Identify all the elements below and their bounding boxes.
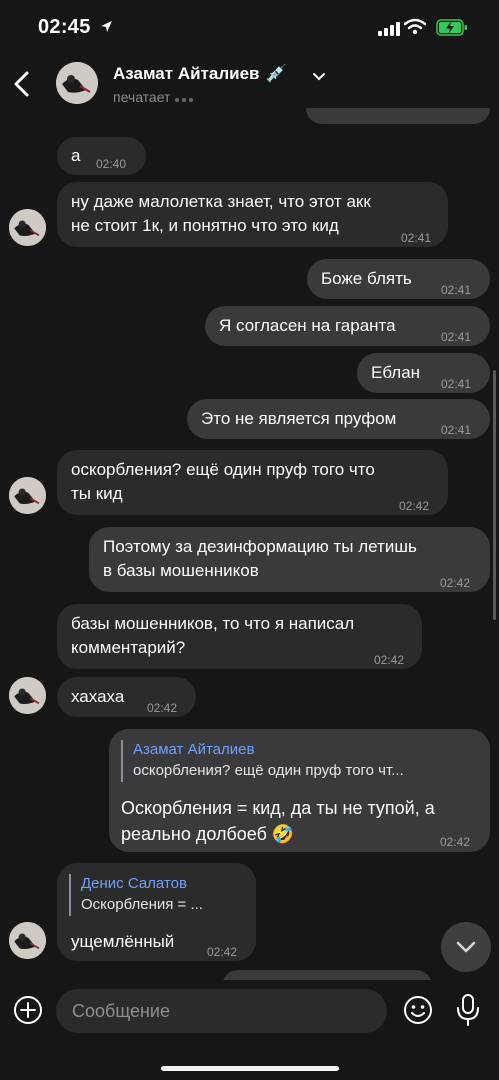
message-time: 02:42	[207, 945, 238, 959]
scrollbar[interactable]	[493, 370, 496, 620]
message-bubble[interactable]: Боже блять 02:41	[307, 259, 490, 299]
message-text: хахаха	[71, 687, 125, 706]
avatar[interactable]	[9, 677, 46, 714]
message-time: 02:41	[401, 231, 432, 245]
scroll-down-button[interactable]	[441, 922, 491, 972]
message-bubble[interactable]: Еблан 02:41	[357, 353, 490, 393]
reply-text: оскорбления? ещё один пруф того чт...	[133, 762, 404, 779]
avatar[interactable]	[9, 209, 46, 246]
message-field[interactable]	[56, 989, 387, 1033]
message-bubble[interactable]: Я согласен на гаранта 02:41	[205, 306, 490, 346]
message-time: 02:42	[440, 835, 471, 849]
chevron-down-icon[interactable]	[312, 70, 326, 84]
message-bubble[interactable]: Денис Салатов Оскорбления = ... ущемлённ…	[57, 863, 256, 961]
message-bubble[interactable]: ну даже малолетка знает, что этот акк не…	[57, 182, 448, 247]
status-time: 02:45	[38, 16, 91, 38]
message-bubble[interactable]: Это не является пруфом 02:41	[187, 399, 490, 439]
message-text: базы мошенников, то что я написал коммен…	[71, 614, 355, 657]
reply-text: Оскорбления = ...	[81, 896, 203, 913]
message-text: Оскорбления = кид, да ты не тупой, а реа…	[121, 798, 435, 844]
chat-header: Азамат Айталиев 💉 печатает	[0, 56, 499, 114]
message-bubble[interactable]: базы мошенников, то что я написал коммен…	[57, 604, 422, 669]
mic-icon[interactable]	[455, 993, 481, 1027]
smile-icon[interactable]	[402, 994, 434, 1026]
message-time: 02:41	[441, 283, 472, 297]
reply-quote[interactable]: Азамат Айталиев оскорбления? ещё один пр…	[121, 740, 471, 782]
wifi-icon	[404, 18, 426, 35]
composer-bar	[0, 980, 499, 1080]
typing-dots-icon	[175, 89, 196, 105]
contact-name-emoji: 💉	[265, 64, 287, 83]
message-text: Это не является пруфом	[201, 409, 397, 428]
message-time: 02:42	[147, 701, 178, 715]
battery-charging-icon	[436, 19, 467, 36]
message-text: Поэтому за дезинформацию ты летишь в баз…	[103, 537, 417, 580]
message-time: 02:41	[441, 423, 472, 437]
message-time: 02:41	[441, 377, 472, 391]
home-indicator	[161, 1066, 339, 1071]
message-time: 02:41	[441, 330, 472, 344]
message-text: а	[71, 146, 81, 165]
message-time: 02:42	[374, 653, 405, 667]
message-text: ну даже малолетка знает, что этот акк не…	[71, 192, 371, 235]
message-bubble[interactable]: хахаха 02:42	[57, 677, 196, 717]
reply-author: Денис Салатов	[81, 875, 187, 892]
chevron-down-circle-icon	[456, 941, 476, 953]
message-time: 02:42	[440, 576, 471, 590]
message-text: Еблан	[371, 363, 421, 382]
back-chevron-icon[interactable]	[10, 68, 34, 100]
status-bar: 02:45	[0, 0, 499, 56]
avatar[interactable]	[56, 62, 98, 104]
message-input[interactable]	[56, 989, 387, 1033]
contact-name-text: Азамат Айталиев	[113, 64, 260, 83]
message-text: Боже блять	[321, 269, 412, 288]
partial-message-bubble	[306, 108, 490, 124]
message-bubble[interactable]: а 02:40	[57, 137, 146, 175]
signal-icon	[378, 22, 400, 36]
message-time: 02:42	[399, 499, 430, 513]
typing-status: печатает	[113, 89, 196, 105]
message-text: оскорбления? ещё один пруф того что ты к…	[71, 460, 375, 503]
plus-icon[interactable]	[12, 994, 44, 1026]
typing-status-text: печатает	[113, 89, 171, 105]
contact-name[interactable]: Азамат Айталиев 💉	[113, 64, 287, 84]
reply-quote[interactable]: Денис Салатов Оскорбления = ...	[69, 874, 244, 916]
location-arrow-icon	[101, 21, 112, 32]
message-bubble[interactable]: оскорбления? ещё один пруф того что ты к…	[57, 450, 448, 515]
message-bubble[interactable]: Поэтому за дезинформацию ты летишь в баз…	[89, 527, 490, 592]
message-text: Я согласен на гаранта	[219, 316, 396, 335]
avatar[interactable]	[9, 922, 46, 959]
message-time: 02:40	[96, 157, 127, 171]
message-bubble[interactable]: Азамат Айталиев оскорбления? ещё один пр…	[109, 729, 490, 852]
message-text: ущемлённый	[71, 932, 175, 951]
avatar[interactable]	[9, 477, 46, 514]
reply-author: Азамат Айталиев	[133, 741, 255, 758]
